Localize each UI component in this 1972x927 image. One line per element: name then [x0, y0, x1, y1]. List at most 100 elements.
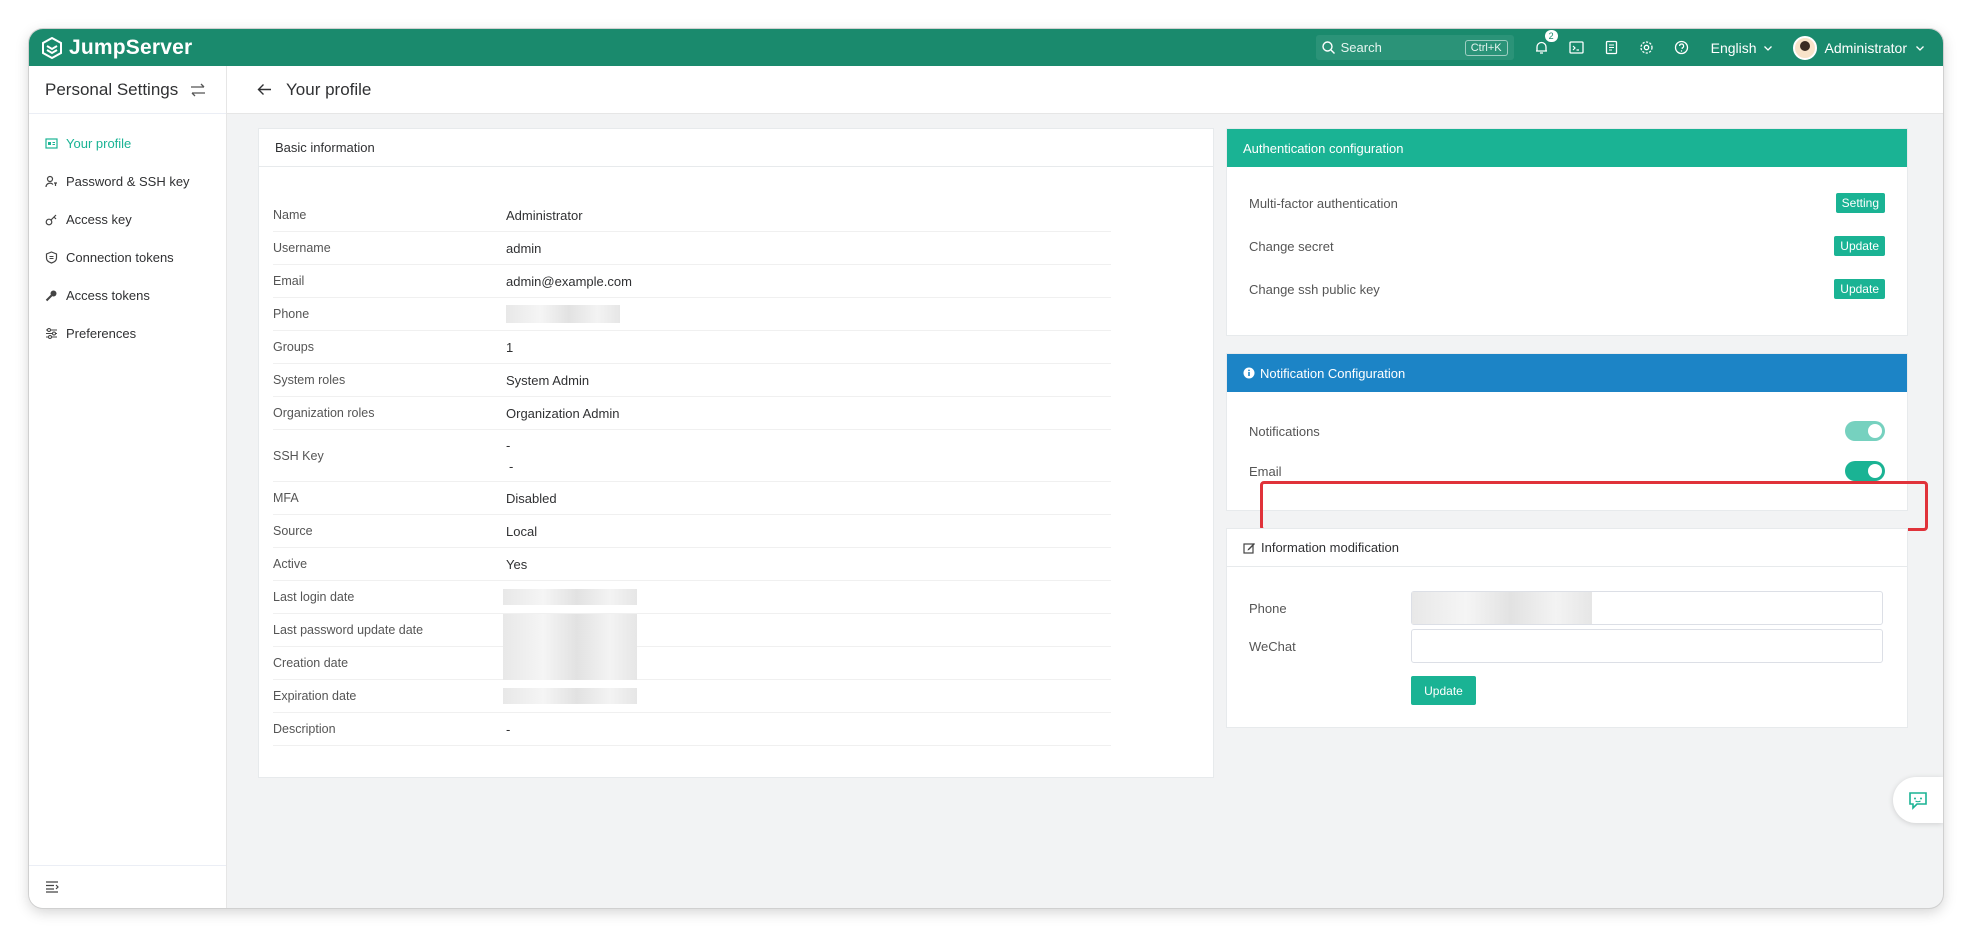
notification-config-header: Notification Configuration [1227, 354, 1907, 392]
terminal-button[interactable] [1559, 29, 1594, 66]
info-value: Administrator [506, 207, 583, 223]
sidebar-footer [29, 865, 226, 908]
notify-row-notifications: Notifications [1249, 421, 1885, 441]
settings-button[interactable] [1629, 29, 1664, 66]
info-label: Expiration date [273, 689, 357, 703]
user-menu[interactable]: Administrator [1792, 35, 1925, 60]
info-label: Groups [273, 340, 314, 354]
info-value: 1 [506, 339, 514, 355]
mfa-setting-button[interactable]: Setting [1835, 193, 1885, 213]
info-value: -- [506, 438, 513, 474]
language-label: English [1710, 39, 1757, 56]
key-icon [45, 214, 57, 225]
info-value: Disabled [506, 490, 557, 506]
info-row-creation-date: Creation date [273, 646, 1111, 680]
basic-info-table: Name Administrator Username admin Email adm… [273, 199, 1111, 746]
chat-bubble-icon [1909, 791, 1927, 810]
info-row-phone: Phone [273, 298, 1111, 331]
info-row-mfa: MFA Disabled [273, 482, 1111, 515]
redacted-value [1412, 592, 1592, 624]
auth-label: Change secret [1249, 238, 1334, 254]
language-selector[interactable]: English [1711, 40, 1773, 56]
collapse-menu-icon[interactable] [45, 881, 59, 893]
info-modification-card: Information modification Phone WeChat Up… [1226, 528, 1908, 728]
ssh-key-line-1: - [506, 437, 511, 453]
auth-row-change-ssh-key: Change ssh public key Update [1249, 279, 1885, 299]
sidebar-item-preferences[interactable]: Preferences [29, 314, 226, 352]
phone-input[interactable] [1411, 591, 1883, 625]
info-label: Name [273, 208, 307, 222]
page-title: Your profile [286, 79, 372, 99]
chevron-down-icon [1763, 45, 1772, 51]
info-value: admin@example.com [506, 273, 632, 289]
sidebar-item-access-key[interactable]: Access key [29, 200, 226, 238]
help-icon [1674, 40, 1688, 55]
chat-assistant-button[interactable] [1893, 777, 1943, 823]
info-value: Yes [506, 556, 528, 572]
swap-icon[interactable] [190, 83, 206, 97]
tickets-button[interactable] [1594, 29, 1629, 66]
redacted-value [503, 589, 637, 605]
info-row-source: Source Local [273, 515, 1111, 548]
highlight-box [1260, 481, 1928, 531]
info-label: System roles [273, 373, 346, 387]
sidebar-header: Personal Settings [29, 66, 226, 114]
redacted-value [506, 305, 620, 323]
back-arrow-icon[interactable] [257, 83, 272, 96]
sidebar-item-label: Your profile [66, 135, 132, 151]
info-label: Username [273, 241, 331, 255]
sidebar-item-label: Access tokens [66, 287, 150, 303]
notify-label: Notifications [1249, 423, 1320, 439]
gear-icon [1639, 41, 1653, 54]
info-label: MFA [273, 491, 299, 505]
info-value: Local [506, 523, 538, 539]
info-label: Phone [273, 307, 310, 321]
sliders-icon [46, 327, 57, 339]
sidebar-item-password-ssh-key[interactable]: Password & SSH key [29, 162, 226, 200]
ssh-key-line-2: - [509, 458, 514, 474]
phone-form-row: Phone [1249, 601, 1287, 616]
info-row-ssh-key: SSH Key - - [273, 430, 1111, 482]
notifications-button[interactable]: 2 [1524, 29, 1559, 66]
notifications-toggle[interactable] [1845, 421, 1885, 441]
logo[interactable]: JumpServer [41, 36, 192, 60]
info-modification-header: Information modification [1227, 529, 1907, 567]
info-value: - [506, 721, 511, 737]
sidebar-item-label: Access key [66, 211, 132, 227]
sidebar: Personal Settings Your profile Password … [29, 66, 227, 908]
sidebar-item-label: Password & SSH key [66, 173, 190, 189]
sidebar-item-access-tokens[interactable]: Access tokens [29, 276, 226, 314]
update-info-button[interactable]: Update [1411, 676, 1476, 705]
auth-label: Multi-factor authentication [1249, 195, 1398, 211]
change-secret-update-button[interactable]: Update [1834, 236, 1885, 256]
info-label: SSH Key [273, 448, 324, 463]
info-row-description: Description - [273, 713, 1111, 746]
info-circle-icon [1243, 367, 1255, 379]
brand-name: JumpServer [69, 35, 193, 59]
info-row-last-login-date: Last login date [273, 581, 1111, 614]
info-row-name: Name Administrator [273, 199, 1111, 232]
search-input[interactable]: Search Ctrl+K [1315, 35, 1514, 60]
sidebar-item-connection-tokens[interactable]: Connection tokens [29, 238, 226, 276]
search-shortcut: Ctrl+K [1464, 39, 1508, 56]
jumpserver-logo-icon [42, 36, 62, 59]
phone-label: Phone [1249, 601, 1287, 616]
info-row-expiration-date: Expiration date [273, 680, 1111, 713]
shield-icon [45, 250, 58, 264]
notify-label: Email [1249, 463, 1282, 479]
notify-row-email: Email [1249, 461, 1885, 481]
auth-config-title: Authentication configuration [1243, 140, 1404, 156]
info-row-last-password-update-date: Last password update date [273, 613, 1111, 647]
info-label: Creation date [273, 656, 349, 670]
sidebar-item-your-profile[interactable]: Your profile [29, 124, 226, 162]
redacted-value [503, 646, 637, 680]
change-ssh-key-update-button[interactable]: Update [1834, 279, 1885, 299]
top-bar: JumpServer Search Ctrl+K 2 English Admin… [29, 29, 1943, 66]
info-label: Email [273, 274, 305, 288]
email-toggle[interactable] [1845, 461, 1885, 481]
auth-row-mfa: Multi-factor authentication Setting [1249, 193, 1885, 213]
help-button[interactable] [1664, 29, 1699, 66]
notification-config-title: Notification Configuration [1260, 365, 1406, 381]
wechat-input[interactable] [1411, 629, 1883, 663]
terminal-icon [1568, 41, 1584, 54]
